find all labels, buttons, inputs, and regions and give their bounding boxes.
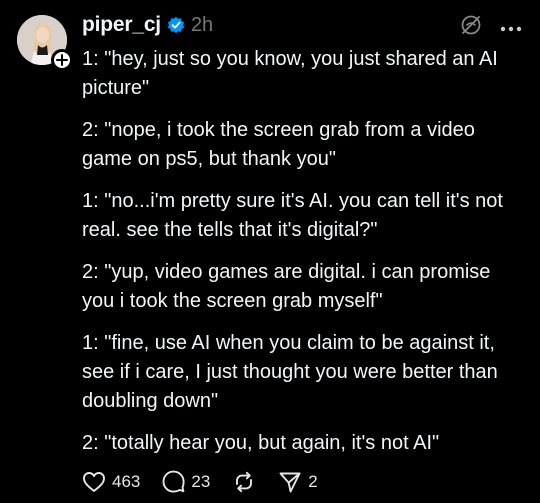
post-actions: 463 23 2 xyxy=(82,470,340,493)
post-paragraph: 1: "no...i'm pretty sure it's AI. you ca… xyxy=(82,190,503,241)
reply-count: 23 xyxy=(191,471,211,491)
send-icon xyxy=(279,472,301,492)
like-button[interactable]: 463 xyxy=(82,471,140,493)
username[interactable]: piper_cj xyxy=(82,13,161,37)
post-paragraph: 2: "totally hear you, but again, it's no… xyxy=(82,432,440,454)
avatar-container[interactable] xyxy=(17,15,73,71)
post-paragraph: 1: "hey, just so you know, you just shar… xyxy=(82,48,498,99)
timestamp[interactable]: 2h xyxy=(191,14,213,37)
mute-icon[interactable] xyxy=(460,14,482,41)
heart-icon xyxy=(83,471,105,492)
post-header: piper_cj 2h xyxy=(82,12,213,38)
follow-button[interactable] xyxy=(51,49,73,71)
share-button[interactable]: 2 xyxy=(278,471,318,493)
share-count: 2 xyxy=(308,471,318,491)
like-count: 463 xyxy=(112,471,141,491)
post-paragraph: 2: "yup, video games are digital. i can … xyxy=(82,261,491,312)
post-paragraph: 1: "fine, use AI when you claim to be ag… xyxy=(82,332,498,412)
more-options-icon[interactable] xyxy=(500,19,522,37)
repost-button[interactable] xyxy=(232,471,256,493)
verified-badge-icon xyxy=(167,16,185,34)
post-top-actions xyxy=(460,14,522,41)
post-body: 1: "hey, just so you know, you just shar… xyxy=(82,45,526,471)
plus-icon xyxy=(56,54,68,66)
reply-button[interactable]: 23 xyxy=(162,470,210,493)
post-paragraph: 2: "nope, i took the screen grab from a … xyxy=(82,119,475,170)
comment-icon xyxy=(162,470,185,493)
repost-icon xyxy=(236,471,253,492)
